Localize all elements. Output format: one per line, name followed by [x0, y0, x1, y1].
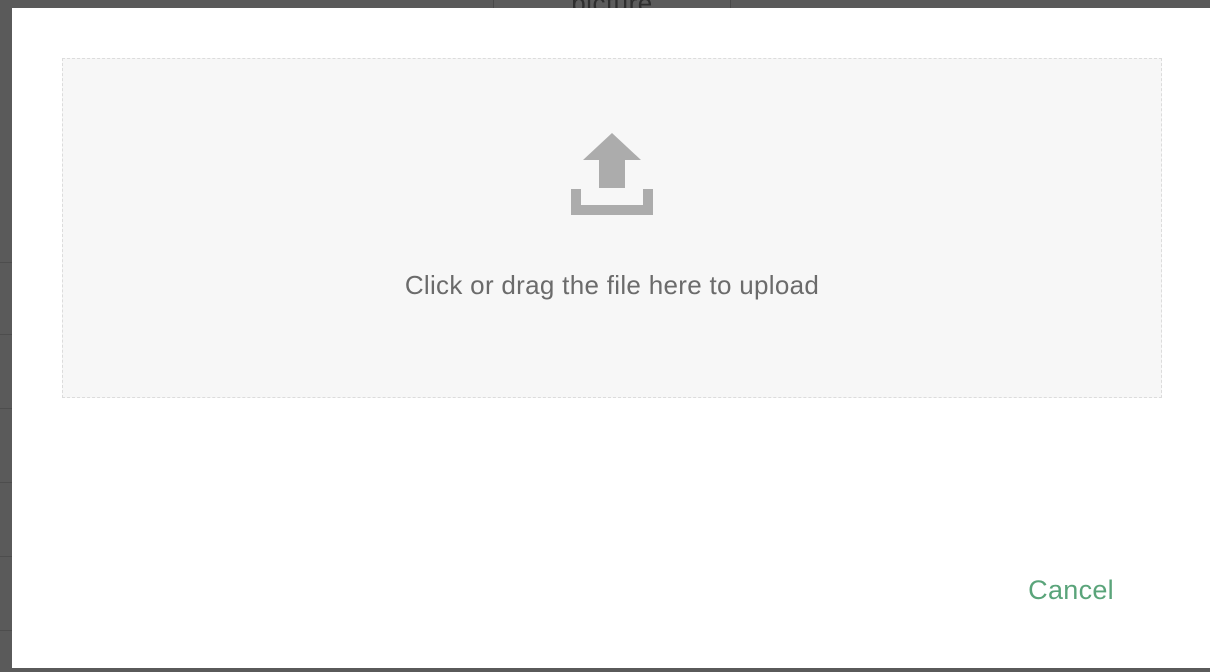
- background-row-divider: [0, 262, 12, 263]
- background-row-divider: [0, 482, 12, 483]
- background-row-divider: [0, 556, 12, 557]
- file-dropzone[interactable]: Click or drag the file here to upload: [62, 58, 1162, 398]
- background-row-divider: [0, 630, 12, 631]
- background-row-divider: [0, 334, 12, 335]
- cancel-button[interactable]: Cancel: [1028, 574, 1114, 606]
- upload-modal: Click or drag the file here to upload Ca…: [12, 8, 1210, 668]
- upload-icon: [571, 133, 653, 215]
- dropzone-instruction: Click or drag the file here to upload: [404, 270, 820, 300]
- background-row-divider: [0, 408, 12, 409]
